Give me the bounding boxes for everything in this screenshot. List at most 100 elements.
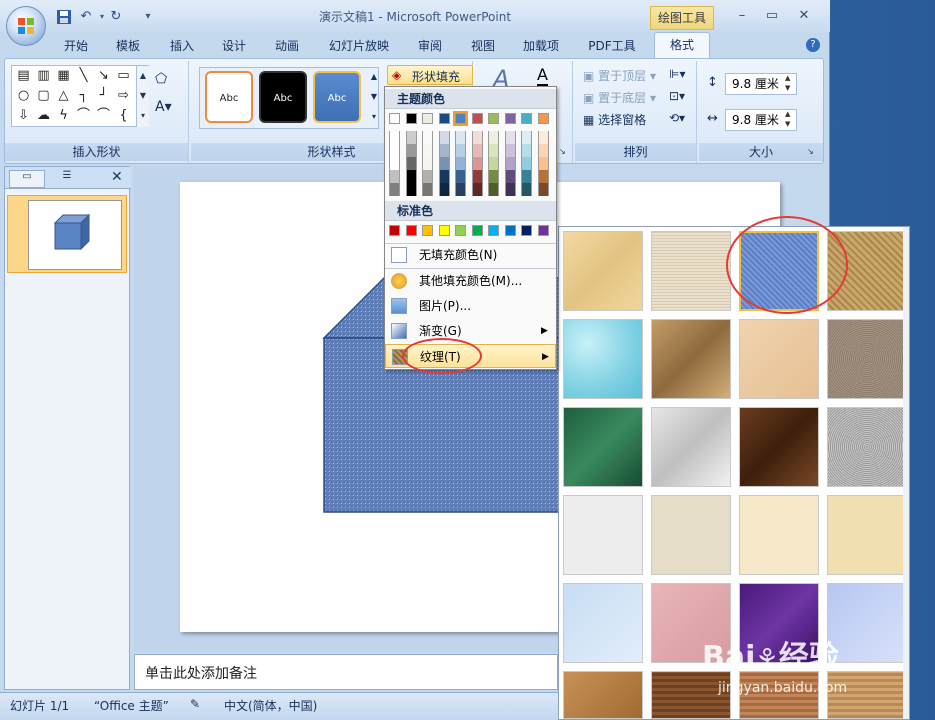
texture-fish-fossil[interactable] — [739, 319, 819, 399]
theme-shade-swatch[interactable] — [422, 144, 433, 157]
send-to-back-button[interactable]: ▣ 置于底层 ▾ — [583, 89, 656, 106]
height-spinner[interactable]: ▲ ▼ — [785, 73, 790, 93]
theme-shade-swatch[interactable] — [504, 170, 516, 183]
width-spinner[interactable]: ▲ ▼ — [785, 109, 790, 129]
theme-shade-swatch[interactable] — [537, 144, 549, 157]
edit-shape-icon[interactable]: ⬠ — [155, 71, 167, 87]
theme-shade-swatch[interactable] — [438, 144, 450, 157]
texture-parchment[interactable] — [739, 495, 819, 575]
texture-canvas[interactable] — [651, 231, 731, 311]
redo-icon[interactable]: ↻ — [108, 9, 124, 25]
vertical-textbox-shape-icon[interactable]: ▥ — [34, 67, 53, 85]
elbow-arrow-shape-icon[interactable]: ┘ — [94, 87, 113, 105]
theme-shade-swatch[interactable] — [471, 170, 483, 183]
style-black-fill[interactable]: Abc — [259, 71, 307, 123]
align-icon[interactable]: ⊫▾ — [669, 67, 685, 81]
standard-color-swatch[interactable] — [537, 225, 549, 236]
save-icon[interactable] — [56, 9, 72, 25]
texture-granite[interactable] — [827, 407, 907, 487]
tab-view[interactable]: 视图 — [463, 36, 503, 58]
tab-animation[interactable]: 动画 — [267, 36, 307, 58]
rotate-icon[interactable]: ⟲▾ — [669, 111, 685, 125]
theme-shade-swatch[interactable] — [471, 131, 483, 144]
arrow-line-shape-icon[interactable]: ↘ — [94, 67, 113, 85]
styles-scroll-icon[interactable]: ▲ ▼ ▾ — [369, 67, 379, 129]
wordart-dialog-launcher-icon[interactable]: ↘ — [559, 147, 569, 157]
texture-papyrus[interactable] — [563, 231, 643, 311]
theme-shade-swatch[interactable] — [521, 183, 532, 196]
elbow-connector-shape-icon[interactable]: ┐ — [74, 87, 93, 105]
grid-textbox-shape-icon[interactable]: ▦ — [54, 67, 73, 85]
theme-color-swatch[interactable] — [471, 113, 483, 124]
theme-shade-swatch[interactable] — [504, 157, 516, 170]
office-button[interactable] — [6, 6, 46, 46]
tab-insert[interactable]: 插入 — [162, 36, 202, 58]
theme-shade-swatch[interactable] — [504, 183, 516, 196]
texture-sand[interactable] — [827, 319, 907, 399]
slides-tab-icon[interactable]: ▭ — [9, 170, 45, 188]
shapes-scroll-icon[interactable]: ▲ ▼ ▾ — [136, 66, 149, 127]
spellcheck-icon[interactable]: ✎ — [190, 697, 200, 711]
brace-shape-icon[interactable]: { — [114, 107, 133, 125]
theme-shade-swatch[interactable] — [422, 170, 433, 183]
theme-shade-swatch[interactable] — [488, 170, 499, 183]
style-blue-fill[interactable]: Abc — [313, 71, 361, 123]
theme-shade-swatch[interactable] — [521, 144, 532, 157]
textbox-icon[interactable]: A▾ — [155, 99, 172, 115]
theme-shade-swatch[interactable] — [438, 131, 450, 144]
theme-shade-swatch[interactable] — [422, 157, 433, 170]
theme-shade-swatch[interactable] — [405, 131, 417, 144]
theme-color-swatch[interactable] — [521, 113, 532, 124]
curve-shape-icon[interactable]: ⌒ — [74, 107, 93, 125]
texture-stationery[interactable] — [827, 495, 907, 575]
help-icon[interactable]: ? — [806, 38, 820, 52]
theme-shade-swatch[interactable] — [455, 170, 466, 183]
theme-shade-swatch[interactable] — [405, 170, 417, 183]
lightning-shape-icon[interactable]: ϟ — [54, 107, 73, 125]
standard-color-swatch[interactable] — [521, 225, 532, 236]
theme-shade-swatch[interactable] — [455, 157, 466, 170]
theme-shade-swatch[interactable] — [422, 183, 433, 196]
gradient-item[interactable]: 渐变(G) ▶ — [385, 319, 556, 343]
shape-fill-button[interactable]: ◈ 形状填充 — [387, 65, 473, 85]
theme-shade-swatch[interactable] — [438, 183, 450, 196]
outline-tab-icon[interactable]: ☰ — [49, 170, 85, 188]
theme-shade-swatch[interactable] — [521, 157, 532, 170]
tab-home[interactable]: 开始 — [56, 36, 96, 58]
theme-shade-swatch[interactable] — [389, 131, 400, 144]
texture-newsprint[interactable] — [563, 495, 643, 575]
theme-shade-swatch[interactable] — [504, 131, 516, 144]
texture-scrollbar[interactable] — [903, 227, 909, 719]
standard-color-swatch[interactable] — [422, 225, 433, 236]
more-colors-item[interactable]: 其他填充颜色(M)... — [385, 269, 556, 293]
theme-color-swatch[interactable] — [438, 113, 450, 124]
theme-shade-swatch[interactable] — [471, 144, 483, 157]
texture-blue-tissue[interactable] — [563, 583, 643, 663]
theme-shade-swatch[interactable] — [521, 131, 532, 144]
standard-color-swatch[interactable] — [405, 225, 417, 236]
theme-shade-swatch[interactable] — [405, 157, 417, 170]
close-pane-icon[interactable]: ✕ — [111, 169, 123, 185]
notes-pane[interactable]: 单击此处添加备注 — [134, 654, 558, 690]
style-orange-outline[interactable]: Abc — [205, 71, 253, 123]
standard-color-swatch[interactable] — [438, 225, 450, 236]
theme-color-swatch[interactable] — [422, 113, 433, 124]
theme-shade-swatch[interactable] — [405, 183, 417, 196]
triangle-shape-icon[interactable]: △ — [54, 87, 73, 105]
texture-cork[interactable] — [563, 671, 643, 719]
tab-addins[interactable]: 加载项 — [516, 36, 566, 58]
minimize-button[interactable]: – — [728, 6, 756, 26]
theme-shade-swatch[interactable] — [537, 157, 549, 170]
selection-pane-button[interactable]: ▦ 选择窗格 — [583, 111, 646, 128]
theme-shade-swatch[interactable] — [389, 157, 400, 170]
standard-color-swatch[interactable] — [389, 225, 400, 236]
down-arrow-shape-icon[interactable]: ⇩ — [14, 107, 33, 125]
texture-recycled-paper[interactable] — [651, 495, 731, 575]
close-button[interactable]: ✕ — [790, 6, 818, 26]
texture-white-marble[interactable] — [651, 407, 731, 487]
theme-shade-swatch[interactable] — [471, 183, 483, 196]
shapes-gallery[interactable]: ▤ ▥ ▦ ╲ ↘ ▭ ○ ▢ △ ┐ ┘ ⇨ ⇩ ☁ ϟ ⌒ ⌒ { ▲ ▼ ▾ — [11, 65, 149, 127]
theme-shade-swatch[interactable] — [488, 157, 499, 170]
tab-pdf-tools[interactable]: PDF工具 — [582, 36, 642, 58]
theme-shade-swatch[interactable] — [488, 183, 499, 196]
